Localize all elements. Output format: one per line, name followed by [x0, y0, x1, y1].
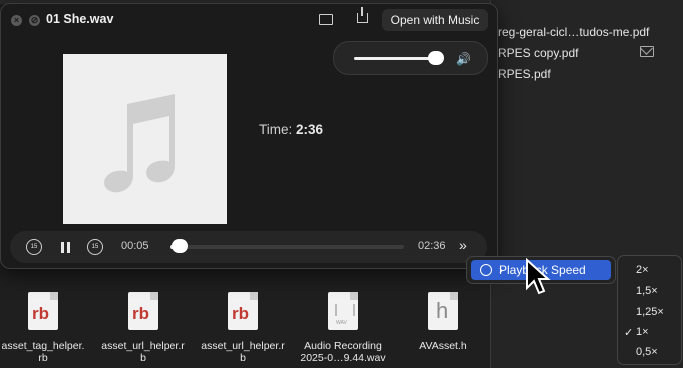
speaker-icon[interactable]: 🔊 — [456, 52, 471, 66]
file-label: Audio Recording 2025-0…9.44.wav — [300, 340, 386, 364]
share-icon[interactable] — [357, 7, 368, 23]
mouse-pointer-icon — [526, 258, 551, 295]
pause-icon[interactable] — [61, 242, 71, 253]
skip-back-15-icon[interactable]: 15 — [26, 239, 42, 255]
open-with-music-button[interactable]: Open with Music — [382, 9, 488, 31]
picture-in-picture-icon[interactable] — [319, 14, 333, 25]
speed-option[interactable]: 2× — [636, 264, 649, 276]
speed-submenu: 2× 1,5× 1,25× ✓ 1× 0,5× — [617, 255, 682, 365]
rb-file-icon[interactable]: rb — [28, 292, 58, 330]
file-label: AVAsset.h — [419, 340, 467, 352]
current-time: 00:05 — [121, 240, 149, 252]
file-item-reg-geral[interactable]: reg-geral-cicl…tudos-me.pdf — [498, 25, 649, 39]
close-icon[interactable]: × — [11, 15, 22, 26]
skip-forward-15-icon[interactable]: 15 — [87, 239, 103, 255]
speed-option[interactable]: 0,5× — [636, 346, 658, 358]
file-item-rpes-copy[interactable]: RPES copy.pdf — [498, 46, 578, 60]
file-label: asset_url_helper.r b — [201, 340, 285, 364]
speed-option[interactable]: 1,25× — [636, 306, 664, 318]
checkmark-icon: ✓ — [624, 327, 634, 339]
total-time: 02:36 — [418, 240, 446, 252]
file-label: asset_url_helper.r b — [101, 340, 185, 364]
quicklook-player-window: × ⊘ 01 She.wav Open with Music 🔊 Time: 2… — [0, 3, 498, 269]
h-file-icon[interactable]: h — [428, 292, 458, 330]
time-readout: Time: 2:36 — [259, 122, 324, 137]
rb-file-icon[interactable]: rb — [128, 292, 158, 330]
volume-panel: 🔊 — [333, 41, 488, 75]
playback-controls: 15 15 00:05 02:36 » — [10, 231, 487, 263]
window-title: 01 She.wav — [46, 12, 114, 26]
file-label: asset_tag_helper. rb — [1, 340, 85, 364]
rb-file-icon[interactable]: rb — [228, 292, 258, 330]
scrubber-track[interactable] — [170, 245, 404, 249]
file-item-rpes[interactable]: RPES.pdf — [498, 67, 551, 81]
volume-knob[interactable] — [428, 51, 444, 65]
fullscreen-icon[interactable]: ⊘ — [29, 15, 40, 26]
wav-file-icon[interactable]: WAV — [328, 292, 358, 330]
music-note-icon — [104, 94, 175, 193]
more-options-icon[interactable]: » — [459, 237, 467, 253]
gauge-icon — [480, 264, 492, 276]
speed-option[interactable]: 1,5× — [636, 285, 658, 297]
album-art — [63, 54, 227, 224]
scrubber-knob[interactable] — [172, 239, 188, 253]
speed-option-selected[interactable]: 1× — [636, 326, 649, 338]
chevron-right-icon: › — [499, 263, 503, 277]
mail-icon — [640, 46, 654, 57]
